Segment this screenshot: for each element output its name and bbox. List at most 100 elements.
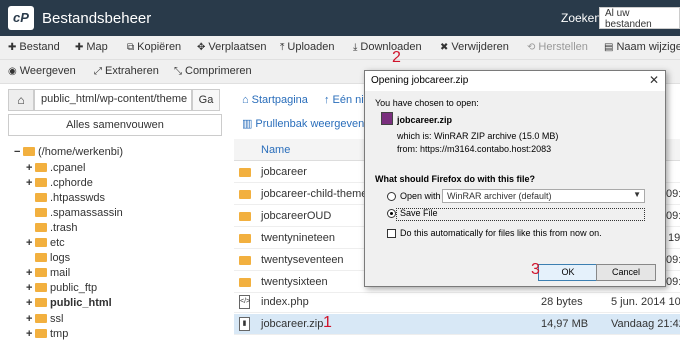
application-select[interactable]: WinRAR archiver (default) ▼ (442, 189, 645, 203)
folder-icon (35, 237, 47, 247)
dialog-title: Opening jobcareer.zip (371, 75, 469, 86)
annotation-3: 3 (531, 261, 540, 278)
folder-icon (239, 234, 251, 243)
tree-item-cphorde[interactable]: + .cphorde (26, 176, 93, 191)
annotation-2: 2 (392, 49, 401, 66)
home-button[interactable]: ⌂ (8, 89, 34, 111)
compress-button[interactable]: ⤡ Comprimeren (174, 65, 252, 77)
tree-item-home[interactable]: − (/home/werkenbi) (14, 145, 123, 160)
top-bar: cP Bestandsbeheer Zoeken Al uw bestanden (0, 0, 680, 36)
tree-item-logs[interactable]: logs (26, 251, 70, 266)
view-trash-button[interactable]: ▥ Prullenbak weergeven (242, 117, 364, 130)
new-file-button[interactable]: ✚ Bestand (8, 41, 60, 53)
tree-item-htpasswds[interactable]: .htpasswds (26, 191, 105, 206)
extract-button[interactable]: ⤢ Extraheren (94, 65, 159, 77)
tree-item-mail[interactable]: + mail (26, 266, 70, 281)
rename-button[interactable]: ▤Naam wijzigen (604, 41, 680, 53)
folder-icon (239, 256, 251, 265)
cpanel-logo: cP (8, 6, 34, 30)
app-title: Bestandsbeheer (42, 10, 152, 27)
tree-item-tmp[interactable]: + tmp (26, 327, 68, 342)
open-with-label: Open with (400, 191, 441, 201)
collapse-all-button[interactable]: Alles samenvouwen (8, 114, 222, 136)
tree-item-cpanel[interactable]: + .cpanel (26, 161, 85, 176)
restore-icon: ⟲ (527, 42, 536, 53)
file-type-text: which is: WinRAR ZIP archive (15.0 MB) (397, 131, 559, 141)
upload-icon: ⤒ (280, 42, 285, 53)
delete-button[interactable]: ✖ Verwijderen (440, 41, 509, 53)
folder-icon (35, 222, 47, 232)
home-directory-button[interactable]: ⌂ Startpagina (242, 94, 308, 106)
tree-item-etc[interactable]: + etc (26, 236, 65, 251)
folder-tree-pane: ⌂ public_html/wp-content/theme Ga Alles … (0, 84, 232, 347)
folder-icon (239, 278, 251, 287)
folder-icon (35, 192, 47, 202)
tree-item-ssl[interactable]: + ssl (26, 312, 63, 327)
path-input[interactable]: public_html/wp-content/theme (34, 89, 192, 111)
view-button[interactable]: ◉ Weergeven (8, 65, 76, 77)
tree-item-trash[interactable]: .trash (26, 221, 78, 236)
folder-icon (23, 146, 35, 156)
rename-icon: ▤ (604, 42, 614, 53)
main-toolbar: ✚ Bestand ✚ Map ⧉ Kopiëren ✥ Verplaatsen ⤒ Up… (0, 36, 680, 60)
search-scope-select[interactable]: Al uw bestanden (599, 7, 680, 30)
save-file-label: Save File (400, 208, 438, 218)
move-icon: ✥ (197, 42, 206, 53)
home-icon: ⌂ (242, 94, 249, 106)
php-file-icon: </> (239, 295, 250, 309)
tree-item-public-ftp[interactable]: + public_ftp (26, 281, 97, 296)
annotation-1: 1 (323, 314, 332, 331)
plus-icon: ✚ (75, 42, 84, 53)
close-icon[interactable]: ✕ (649, 73, 659, 87)
delete-icon: ✖ (440, 42, 449, 53)
question-text: What should Firefox do with this file? (375, 174, 535, 184)
folder-icon (35, 267, 47, 277)
tree-item-spamassassin[interactable]: .spamassassin (26, 206, 123, 221)
new-folder-button[interactable]: ✚ Map (75, 41, 108, 53)
auto-action-checkbox[interactable] (387, 229, 396, 238)
tree-item-public-html[interactable]: + public_html (26, 296, 112, 311)
move-button[interactable]: ✥ Verplaatsen (197, 41, 267, 53)
cancel-button[interactable]: Cancel (596, 264, 656, 281)
upload-button[interactable]: ⤒ Uploaden (280, 41, 335, 53)
folder-icon (35, 162, 47, 172)
restore-button[interactable]: ⟲ Herstellen (527, 41, 588, 53)
folder-icon (35, 328, 47, 338)
copy-button[interactable]: ⧉ Kopiëren (127, 41, 181, 53)
ok-button[interactable]: OK (538, 264, 598, 281)
file-row[interactable]: </>index.php28 bytes5 jun. 2014 10:5 (234, 292, 680, 313)
home-icon: ⌂ (17, 93, 25, 107)
folder-icon (35, 177, 47, 187)
eye-icon: ◉ (8, 66, 17, 77)
folder-icon (239, 168, 251, 177)
folder-icon (239, 190, 251, 199)
winrar-icon (381, 112, 393, 125)
name-column-header[interactable]: Name (261, 144, 290, 156)
chosen-text: You have chosen to open: (375, 98, 479, 108)
up-one-level-button[interactable]: ↑ Eén niv (324, 94, 369, 106)
zip-file-icon: ▮ (239, 317, 250, 331)
compress-icon: ⤡ (174, 66, 182, 77)
open-with-radio[interactable] (387, 192, 396, 201)
file-source-text: from: https://m3164.contabo.host:2083 (397, 144, 552, 154)
search-label: Zoeken (561, 11, 602, 25)
plus-icon: ✚ (8, 42, 17, 53)
trash-icon: ▥ (242, 118, 253, 130)
go-button[interactable]: Ga (192, 89, 220, 111)
file-row-selected[interactable]: ▮ jobcareer.zip 14,97 MB Vandaag 21:42 (234, 314, 680, 335)
folder-icon (35, 207, 47, 217)
folder-icon (35, 297, 47, 307)
arrow-up-icon: ↑ (324, 94, 330, 106)
folder-icon (239, 212, 251, 221)
save-file-radio[interactable] (387, 209, 396, 218)
folder-icon (35, 252, 47, 262)
download-button[interactable]: ⤓ Downloaden (353, 41, 422, 53)
dialog-titlebar: Opening jobcareer.zip ✕ (365, 71, 665, 91)
dialog-filename: jobcareer.zip (397, 115, 453, 125)
download-icon: ⤓ (353, 42, 358, 53)
download-dialog: Opening jobcareer.zip ✕ You have chosen … (364, 70, 666, 287)
folder-icon (35, 313, 47, 323)
chevron-down-icon: ▼ (633, 190, 641, 199)
extract-icon: ⤢ (94, 66, 102, 77)
folder-icon (35, 282, 47, 292)
